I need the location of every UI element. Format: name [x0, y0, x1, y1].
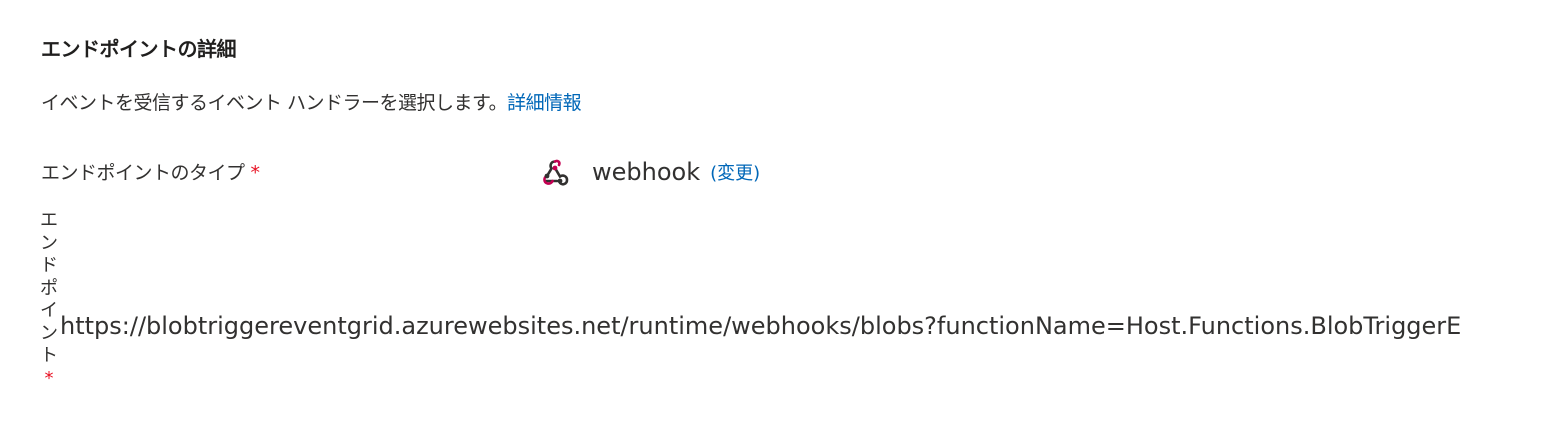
- required-marker: *: [44, 367, 54, 389]
- section-description: イベントを受信するイベント ハンドラーを選択します。詳細情報: [41, 88, 582, 115]
- endpoint-type-label: エンドポイントのタイプ *: [41, 158, 260, 185]
- endpoint-type-value: webhook (変更): [540, 154, 760, 190]
- change-endpoint-type-link[interactable]: (変更): [710, 159, 760, 185]
- endpoint-url-value[interactable]: https://blobtriggereventgrid.azurewebsit…: [60, 312, 1555, 340]
- endpoint-type-value-text: webhook: [592, 158, 701, 186]
- webhook-icon: [540, 156, 572, 188]
- endpoint-label-text: エンドポイント: [40, 210, 58, 366]
- endpoint-type-label-text: エンドポイントのタイプ: [41, 162, 245, 184]
- endpoint-label: エンドポイント *: [38, 210, 60, 390]
- section-title: エンドポイントの詳細: [41, 37, 237, 61]
- required-marker: *: [250, 162, 261, 184]
- description-text: イベントを受信するイベント ハンドラーを選択します。: [41, 92, 508, 114]
- learn-more-link[interactable]: 詳細情報: [507, 92, 582, 114]
